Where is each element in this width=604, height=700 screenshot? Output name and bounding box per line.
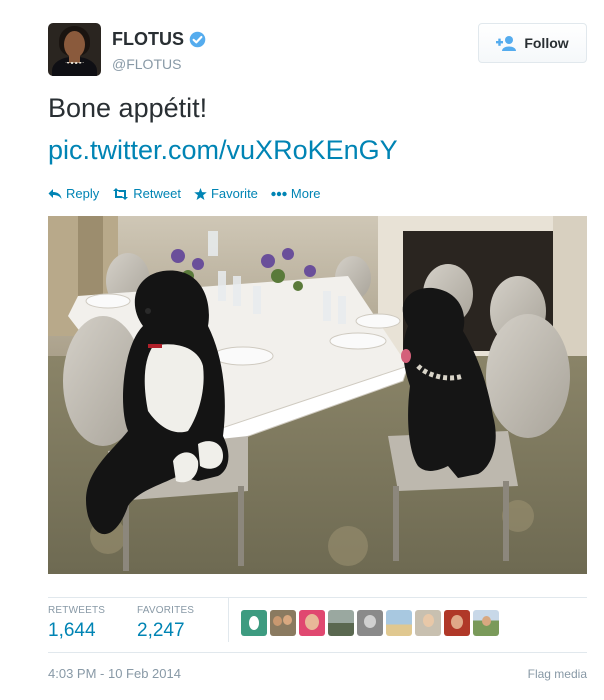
more-button[interactable]: More (271, 186, 321, 201)
favoriter-avatar-red[interactable] (444, 610, 470, 636)
more-dots-icon (271, 191, 287, 196)
retweets-label: RETWEETS (48, 605, 106, 616)
retweets-count[interactable]: 1,644 (48, 620, 96, 642)
favorite-button[interactable]: Favorite (194, 186, 258, 201)
stats-top-divider (48, 597, 587, 598)
reply-icon (48, 188, 62, 199)
stats-separator (228, 598, 229, 642)
user-fullname[interactable]: FLOTUS (112, 29, 184, 50)
favoriter-avatar-woman[interactable] (299, 610, 325, 636)
more-label: More (290, 186, 321, 201)
profile-avatar[interactable] (48, 23, 101, 76)
stats-bottom-divider (48, 652, 587, 653)
favoriters-avatars (241, 610, 502, 636)
favorites-count[interactable]: 2,247 (137, 620, 185, 642)
user-handle[interactable]: @FLOTUS (112, 56, 181, 72)
favoriter-avatar-egg[interactable] (241, 610, 267, 636)
favoriter-avatar-outdoor[interactable] (473, 610, 499, 636)
tweet-text: Bone appétit! (48, 93, 208, 123)
favoriter-avatar-portrait[interactable] (415, 610, 441, 636)
favoriter-avatar-landscape[interactable] (328, 610, 354, 636)
favoriter-avatar-couple[interactable] (270, 610, 296, 636)
flag-media-link[interactable]: Flag media (528, 667, 587, 681)
star-icon (194, 187, 207, 200)
retweet-icon (113, 187, 129, 200)
favoriter-avatar-bw[interactable] (357, 610, 383, 636)
reply-label: Reply (66, 186, 100, 201)
verified-badge-icon (189, 31, 206, 48)
tweet-photo[interactable] (48, 216, 587, 574)
favorites-label: FAVORITES (137, 605, 195, 616)
tweet-card: FLOTUS @FLOTUS Follow Bone appétit! pic.… (0, 0, 604, 700)
retweet-button[interactable]: Retweet (112, 186, 181, 201)
favorite-label: Favorite (210, 186, 258, 201)
tweet-media-link[interactable]: pic.twitter.com/vuXRoKEnGY (48, 134, 398, 166)
follow-label: Follow (524, 35, 569, 51)
retweet-label: Retweet (133, 186, 181, 201)
add-user-icon (496, 36, 517, 51)
favoriter-avatar-beach[interactable] (386, 610, 412, 636)
dogs-dining-room-image (48, 216, 587, 574)
tweet-actions: Reply Retweet Favorite More (48, 186, 334, 201)
tweet-timestamp[interactable]: 4:03 PM - 10 Feb 2014 (48, 666, 181, 681)
reply-button[interactable]: Reply (48, 186, 99, 201)
name-line[interactable]: FLOTUS (112, 29, 206, 50)
follow-button[interactable]: Follow (478, 23, 587, 63)
